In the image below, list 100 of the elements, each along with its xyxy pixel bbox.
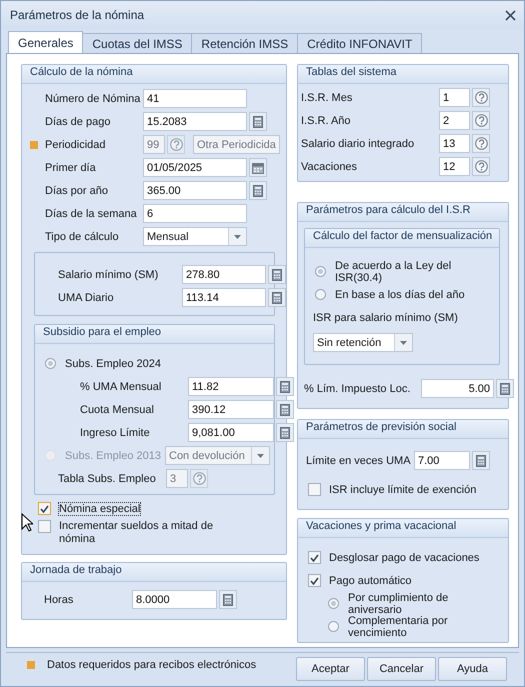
checkbox[interactable] [308, 483, 321, 496]
input-field[interactable]: 113.14 [182, 288, 266, 307]
calculator-icon [253, 116, 263, 128]
dialog-button[interactable]: Cancelar [367, 657, 436, 681]
option-label: Subs. Empleo 2024 [65, 358, 162, 370]
calculator-button[interactable] [249, 112, 267, 131]
help-icon [474, 114, 488, 127]
radio-button[interactable] [45, 358, 56, 369]
input-field[interactable]: 365.00 [143, 181, 247, 200]
checkbox[interactable] [38, 520, 51, 533]
calculator-icon [280, 404, 290, 416]
input-field[interactable]: 8.0000 [132, 590, 217, 609]
calculator-button[interactable] [268, 265, 286, 284]
close-icon[interactable] [505, 10, 516, 20]
calculator-icon [280, 426, 290, 438]
tab[interactable]: Cuotas del IMSS [82, 33, 192, 53]
cursor-icon [21, 513, 33, 532]
input-field[interactable]: 13 [439, 134, 470, 153]
group-title: Cálculo de la nómina [30, 66, 133, 78]
radio-button[interactable] [315, 289, 326, 300]
input-field[interactable]: 01/05/2025 [143, 158, 247, 177]
dialog-button[interactable]: Aceptar [296, 657, 365, 681]
field-label: I.S.R. Año [301, 114, 352, 126]
group-title: Parámetros de previsión social [306, 421, 456, 433]
calculator-icon [253, 184, 263, 196]
radio-button[interactable] [315, 266, 326, 277]
help-icon [474, 91, 488, 104]
input-field[interactable]: 1 [439, 88, 470, 107]
field-label: UMA Diario [58, 292, 115, 304]
calculator-button[interactable] [496, 379, 514, 398]
calculator-button[interactable] [276, 423, 294, 442]
calculator-icon [476, 454, 486, 466]
input-field[interactable]: 2 [439, 111, 470, 130]
help-icon [192, 472, 206, 485]
option-label: Subs. Empleo 2013 [65, 450, 162, 462]
option-label: Por cumplimiento de aniversario [348, 592, 450, 616]
input-field[interactable]: 12 [439, 157, 470, 176]
group-title: Jornada de trabajo [30, 564, 122, 576]
calculator-button[interactable] [268, 288, 286, 307]
checkbox[interactable] [38, 502, 51, 515]
field-label: Salario diario integrado [301, 138, 416, 150]
field-label: % UMA Mensual [80, 380, 162, 392]
input-field[interactable]: 9,081.00 [188, 423, 274, 442]
legend-text: Datos requeridos para recibos electrónicos [47, 659, 256, 671]
help-button[interactable] [472, 157, 490, 176]
input-field[interactable]: 5.00 [421, 379, 494, 398]
help-button[interactable] [472, 134, 490, 153]
option-label: Nómina especial [59, 502, 140, 514]
checkbox[interactable] [308, 551, 321, 564]
option-label: Complementaria por vencimiento [348, 614, 449, 638]
tab[interactable]: Retención IMSS [191, 33, 298, 53]
input-field[interactable]: 11.82 [188, 377, 274, 396]
field-label: Ingreso Límite [80, 426, 151, 438]
calendar-button[interactable] [249, 158, 267, 177]
radio-button[interactable] [328, 598, 339, 609]
field-label: Número de Nómina [45, 92, 142, 104]
help-icon [474, 160, 488, 173]
calendar-icon [252, 162, 264, 174]
input-field[interactable]: 15.2083 [143, 112, 247, 131]
field-label: % Lím. Impuesto Loc. [304, 382, 412, 394]
calculator-icon [500, 382, 510, 394]
field-label: I.S.R. Mes [301, 92, 354, 104]
calculator-icon [280, 380, 290, 392]
input-field[interactable]: 7.00 [414, 451, 470, 470]
caret-icon [234, 234, 241, 238]
calculator-button[interactable] [219, 590, 237, 609]
group-title: Vacaciones y prima vacacional [306, 520, 456, 532]
input-field[interactable]: 278.80 [182, 265, 266, 284]
field-label: Salario mínimo (SM) [58, 268, 160, 280]
help-button[interactable] [472, 111, 490, 130]
group-title: Subsidio para el empleo [43, 326, 162, 338]
required-marker [27, 661, 35, 669]
dropdown[interactable]: Sin retención [313, 333, 413, 352]
calculator-icon [272, 292, 282, 304]
field-label: Cuota Mensual [80, 404, 155, 416]
field-label: Horas [44, 594, 74, 606]
tab[interactable]: Generales [8, 31, 84, 53]
group-title: Cálculo del factor de mensualización [313, 230, 492, 242]
calculator-icon [223, 594, 233, 606]
help-button[interactable] [472, 88, 490, 107]
radio-button[interactable] [328, 621, 339, 632]
help-button[interactable] [167, 135, 185, 154]
dropdown[interactable]: Mensual [143, 227, 247, 246]
tab[interactable]: Crédito INFONAVIT [297, 33, 422, 53]
calculator-button[interactable] [472, 451, 490, 470]
caret-icon [257, 454, 264, 458]
input-field[interactable]: 41 [143, 89, 247, 108]
group-title: Tablas del sistema [306, 66, 396, 78]
calculator-button[interactable] [276, 377, 294, 396]
input-field[interactable]: 390.12 [188, 400, 274, 419]
field-label: Primer día [45, 162, 97, 174]
calculator-button[interactable] [276, 400, 294, 419]
help-button[interactable] [190, 469, 208, 488]
help-icon [170, 138, 182, 151]
field-label: Vacaciones [301, 160, 358, 172]
option-label: De acuerdo a la Ley del ISR(30.4) [335, 260, 452, 284]
dialog-button[interactable]: Ayuda [438, 657, 507, 681]
calculator-button[interactable] [249, 181, 267, 200]
checkbox[interactable] [308, 574, 321, 587]
input-field[interactable]: 6 [143, 204, 247, 223]
